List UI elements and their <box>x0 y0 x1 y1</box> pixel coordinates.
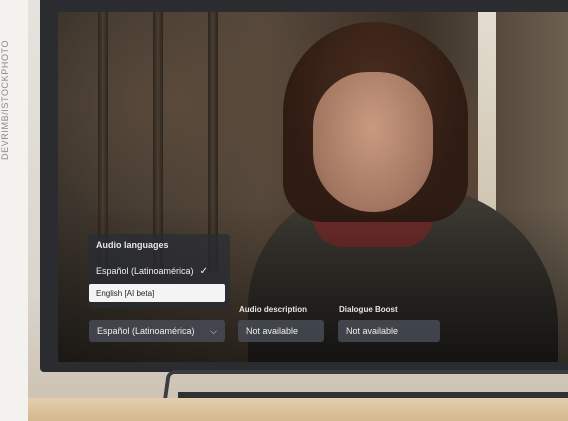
chevron-down-icon: ⌵ <box>210 325 217 336</box>
dialogue-boost-label: Dialogue Boost <box>339 305 398 314</box>
audio-languages-title: Audio languages <box>96 240 169 250</box>
page: DEVRIMB/ISTOCKPHOTO Audio languages Espa… <box>0 0 568 421</box>
audio-description-value: Not available <box>246 326 299 336</box>
photo-credit: DEVRIMB/ISTOCKPHOTO <box>0 39 10 161</box>
audio-option-label: English [AI beta] <box>96 288 155 298</box>
audio-description-dropdown[interactable]: Not available <box>238 320 324 342</box>
screen-vignette <box>58 12 568 362</box>
audio-description-label: Audio description <box>239 305 307 314</box>
language-dropdown-value: Español (Latinoamérica) <box>97 326 195 336</box>
audio-option-selected[interactable]: Español (Latinoamérica) ✓ <box>96 262 222 280</box>
audio-option-highlighted[interactable]: English [AI beta] <box>89 284 225 302</box>
audio-option-label: Español (Latinoamérica) <box>96 266 194 276</box>
wooden-shelf <box>28 398 568 421</box>
check-icon: ✓ <box>199 265 208 277</box>
tv-screen <box>58 12 568 362</box>
dialogue-boost-value: Not available <box>346 326 399 336</box>
dialogue-boost-dropdown[interactable]: Not available <box>338 320 440 342</box>
language-dropdown[interactable]: Español (Latinoamérica) ⌵ <box>89 320 225 342</box>
